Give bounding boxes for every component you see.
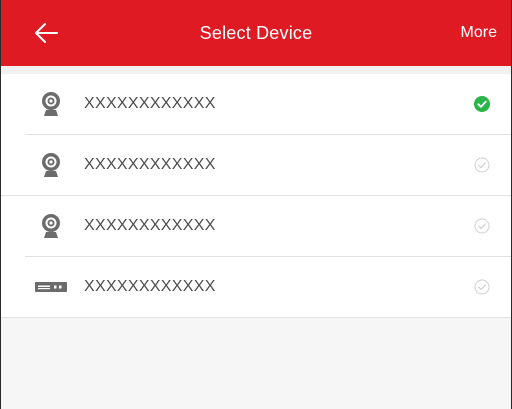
device-row[interactable]: XXXXXXXXXXXX bbox=[1, 74, 511, 134]
camera-icon bbox=[42, 92, 60, 116]
device-name: XXXXXXXXXXXX bbox=[84, 278, 216, 295]
check-unselected-icon bbox=[474, 157, 490, 173]
page-title: Select Device bbox=[199, 23, 313, 43]
more-button[interactable]: More bbox=[461, 0, 497, 66]
arrow-left-icon bbox=[35, 23, 58, 43]
list-bottom-border bbox=[1, 317, 511, 318]
camera-icon bbox=[42, 153, 60, 177]
check-selected-icon bbox=[474, 96, 490, 112]
camera-icon bbox=[42, 214, 60, 238]
device-row[interactable]: XXXXXXXXXXXX bbox=[1, 196, 511, 256]
top-bar: Select Device More bbox=[1, 0, 511, 66]
check-unselected-icon bbox=[474, 279, 490, 295]
device-list: XXXXXXXXXXXX XXXXXXXXXXXX XXXXXXXXXXXX X… bbox=[1, 74, 511, 318]
device-row[interactable]: XXXXXXXXXXXX bbox=[1, 135, 511, 195]
app-screen: Select Device More XXXXXXXXXXXX XXXXXXXX… bbox=[0, 0, 512, 409]
check-unselected-icon bbox=[474, 218, 490, 234]
device-name: XXXXXXXXXXXX bbox=[84, 217, 216, 234]
device-row[interactable]: XXXXXXXXXXXX bbox=[1, 257, 511, 317]
device-name: XXXXXXXXXXXX bbox=[84, 156, 216, 173]
section-gap bbox=[1, 66, 511, 74]
device-name: XXXXXXXXXXXX bbox=[84, 95, 216, 112]
dvr-icon bbox=[35, 282, 67, 292]
back-button[interactable] bbox=[33, 16, 77, 50]
